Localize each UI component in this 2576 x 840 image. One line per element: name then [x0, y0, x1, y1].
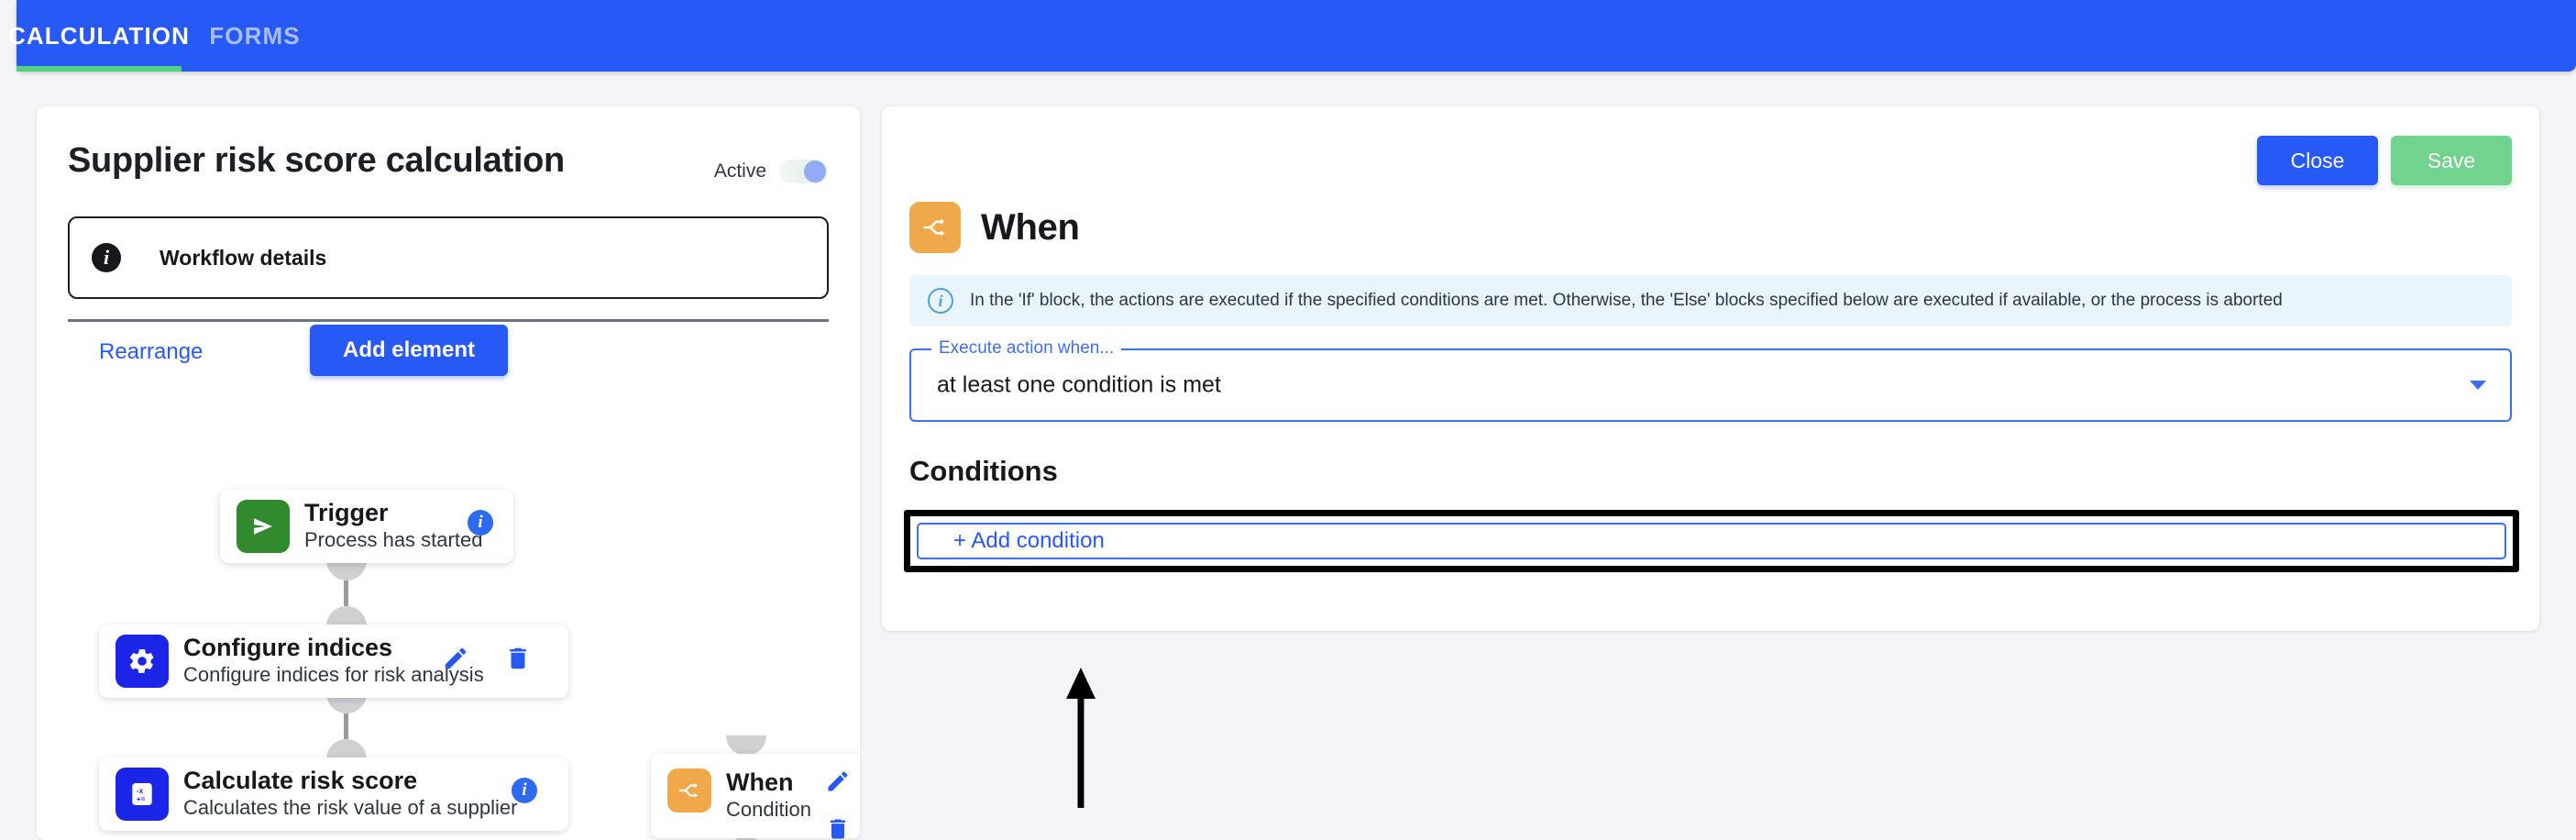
- connector-dot: [726, 735, 766, 756]
- workflow-details-box[interactable]: i Workflow details: [68, 216, 829, 299]
- workflow-panel: Supplier risk score calculation Active i…: [37, 106, 860, 840]
- node-title: Trigger: [304, 499, 389, 527]
- tab-forms[interactable]: FORMS: [182, 0, 328, 72]
- info-icon: i: [92, 243, 121, 272]
- execute-action-when-select[interactable]: Execute action when... at least one cond…: [909, 338, 2512, 422]
- node-subtitle: Configure indices for risk analysis: [183, 663, 484, 687]
- top-tab-bar: CALCULATION FORMS: [8, 0, 2576, 72]
- connector-line: [344, 580, 348, 606]
- edit-pencil-icon[interactable]: [442, 645, 469, 672]
- node-title: Calculate risk score: [183, 767, 418, 795]
- tab-forms-label: FORMS: [209, 21, 301, 50]
- workflow-panel-inner: Supplier risk score calculation Active i…: [37, 106, 860, 840]
- workflow-node-trigger[interactable]: Trigger Process has started i: [220, 490, 513, 563]
- pointer-arrow-annotation: [1062, 666, 1099, 808]
- conditions-heading: Conditions: [909, 455, 1058, 487]
- edit-pencil-icon[interactable]: [825, 768, 851, 794]
- divider: [68, 319, 829, 322]
- tab-calculation-label: CALCULATION: [8, 21, 190, 50]
- page-content: Supplier risk score calculation Active i…: [0, 72, 2576, 840]
- branch-split-icon: [667, 768, 711, 812]
- info-icon[interactable]: i: [468, 510, 493, 536]
- delete-trash-icon[interactable]: [504, 645, 532, 672]
- info-icon[interactable]: i: [512, 778, 537, 803]
- select-value: at least one condition is met: [937, 371, 1221, 398]
- node-text-group: Calculate risk score Calculates the risk…: [183, 767, 517, 822]
- connector-line: [344, 713, 348, 739]
- add-condition-button[interactable]: + Add condition: [917, 523, 2506, 559]
- node-subtitle: Calculates the risk value of a supplier: [183, 796, 518, 820]
- delete-trash-icon[interactable]: [825, 816, 851, 840]
- when-detail-panel: Close Save When i In the 'If' block, the…: [882, 106, 2539, 631]
- svg-text:+=: +=: [137, 795, 146, 803]
- gear-icon: [116, 635, 169, 688]
- rearrange-link[interactable]: Rearrange: [99, 339, 203, 365]
- connector-dot: [326, 739, 367, 759]
- connector-dot: [326, 606, 367, 626]
- svg-text:-x: -x: [137, 787, 144, 795]
- panel-title: When: [981, 206, 1080, 248]
- active-toggle-switch[interactable]: [779, 160, 827, 183]
- active-toggle-label: Active: [713, 160, 766, 182]
- info-icon: i: [928, 288, 953, 314]
- workflow-node-configure-indices[interactable]: Configure indices Configure indices for …: [99, 624, 568, 698]
- node-text-group: When Condition: [726, 768, 811, 823]
- branch-split-icon: [909, 202, 961, 253]
- info-banner: i In the 'If' block, the actions are exe…: [909, 275, 2512, 326]
- close-button[interactable]: Close: [2257, 136, 2378, 185]
- save-button[interactable]: Save: [2391, 136, 2512, 185]
- node-title: When: [726, 768, 794, 796]
- add-condition-highlight-annotation: + Add condition: [904, 510, 2519, 572]
- panel-heading-group: When: [909, 202, 1080, 253]
- connector-dot: [326, 560, 367, 580]
- node-subtitle: Condition: [726, 798, 811, 822]
- select-label: Execute action when...: [931, 338, 1122, 359]
- calculator-icon: -x +=: [116, 768, 169, 821]
- tab-calculation[interactable]: CALCULATION: [8, 0, 189, 72]
- workflow-details-label: Workflow details: [160, 245, 327, 270]
- node-subtitle: Process has started: [304, 528, 483, 552]
- node-text-group: Configure indices Configure indices for …: [183, 634, 484, 689]
- add-element-button[interactable]: Add element: [310, 325, 508, 376]
- chevron-down-icon[interactable]: [2470, 381, 2486, 390]
- page-title: Supplier risk score calculation: [68, 141, 565, 180]
- info-banner-text: In the 'If' block, the actions are execu…: [970, 291, 2283, 310]
- node-text-group: Trigger Process has started: [304, 499, 482, 554]
- active-toggle-group: Active: [714, 160, 827, 183]
- toggle-knob: [804, 160, 826, 182]
- workflow-node-when[interactable]: When Condition: [651, 754, 860, 840]
- node-title: Configure indices: [183, 634, 393, 662]
- workflow-node-calculate-risk-score[interactable]: -x += Calculate risk score Calculates th…: [99, 757, 568, 831]
- send-arrow-icon: [237, 500, 290, 553]
